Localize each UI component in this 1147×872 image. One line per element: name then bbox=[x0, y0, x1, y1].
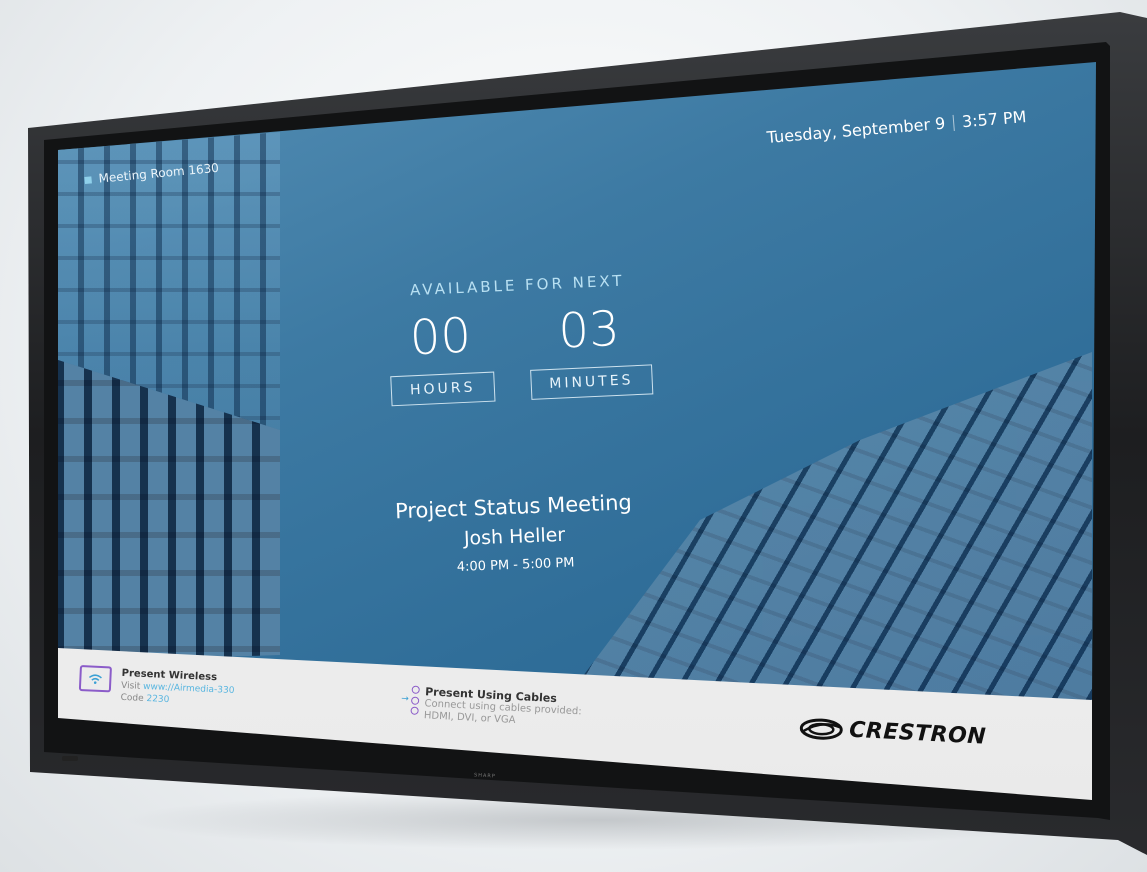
power-indicator bbox=[62, 756, 78, 761]
minutes-label: MINUTES bbox=[529, 364, 654, 400]
hours-value: 00 bbox=[408, 307, 473, 367]
date-time-divider bbox=[952, 114, 955, 131]
minutes-counter: 03 MINUTES bbox=[527, 300, 654, 400]
wifi-screen-icon bbox=[78, 665, 112, 693]
hours-counter: 00 HOURS bbox=[388, 308, 496, 407]
code-prefix: Code bbox=[120, 692, 144, 704]
next-meeting: Project Status Meeting Josh Heller 4:00 … bbox=[378, 489, 651, 581]
bezel-brand: SHARP bbox=[473, 772, 496, 780]
crestron-swirl-icon bbox=[799, 718, 843, 740]
display-stage: Meeting Room 1630 Tuesday, September 9 3… bbox=[0, 0, 1147, 872]
visit-prefix: Visit bbox=[120, 680, 141, 692]
availability-panel: AVAILABLE FOR NEXT 00 HOURS 03 MINUTES bbox=[372, 270, 667, 407]
hours-label: HOURS bbox=[390, 371, 496, 407]
minutes-value: 03 bbox=[557, 300, 621, 360]
present-wireless-section[interactable]: Present Wireless Visit www://Airmedia-33… bbox=[78, 665, 235, 709]
cable-connector-icon: → bbox=[400, 685, 420, 715]
airmedia-code: 2230 bbox=[146, 694, 170, 706]
meeting-organizer: Josh Heller bbox=[463, 523, 566, 550]
availability-counter: 00 HOURS 03 MINUTES bbox=[373, 300, 667, 407]
room-square-icon bbox=[84, 175, 92, 184]
